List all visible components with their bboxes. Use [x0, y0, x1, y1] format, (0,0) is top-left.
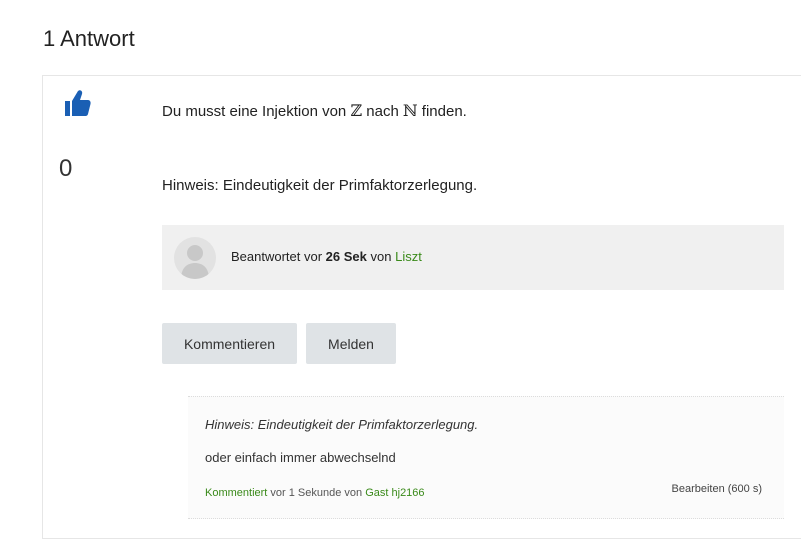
answered-by: von [370, 249, 392, 264]
answers-heading: 1 Antwort [43, 26, 135, 51]
author-link[interactable]: Liszt [395, 249, 422, 264]
answered-time: 26 Sek [325, 249, 367, 264]
report-button[interactable]: Melden [306, 323, 396, 364]
answer-line-1-mid: nach [366, 103, 399, 120]
vote-count: 0 [59, 155, 73, 182]
answer-meta: Beantwortet vor 26 Sek von Liszt [162, 225, 784, 290]
answer-line-2: Hinweis: Eindeutigkeit der Primfaktorzer… [162, 177, 478, 194]
comment-button[interactable]: Kommentieren [162, 323, 297, 364]
comment: Hinweis: Eindeutigkeit der Primfaktorzer… [188, 396, 784, 519]
edit-button[interactable]: Bearbeiten (600 s) [672, 483, 763, 495]
comment-quote: Hinweis: Eindeutigkeit der Primfaktorzer… [205, 417, 479, 432]
math-naturals: ℕ [403, 101, 418, 120]
commented-link[interactable]: Kommentiert [205, 487, 267, 499]
comment-time: vor 1 Sekunde von [270, 487, 363, 499]
answer-line-1-suffix: finden. [421, 103, 467, 120]
answered-by-text: Beantwortet vor 26 Sek von Liszt [231, 249, 422, 264]
comment-text: oder einfach immer abwechselnd [205, 450, 396, 465]
thumbs-up-icon[interactable] [63, 88, 93, 118]
comment-meta: Kommentiert vor 1 Sekunde von Gast hj216… [205, 487, 425, 499]
answer-line-1-prefix: Du musst eine Injektion von [162, 103, 347, 120]
math-integers: ℤ [350, 101, 363, 120]
avatar[interactable] [174, 237, 216, 279]
answered-prefix: Beantwortet vor [231, 249, 323, 264]
answer-line-1: Du musst eine Injektion von ℤ nach ℕ fin… [162, 101, 467, 120]
comment-author-link[interactable]: Gast hj2166 [365, 487, 424, 499]
